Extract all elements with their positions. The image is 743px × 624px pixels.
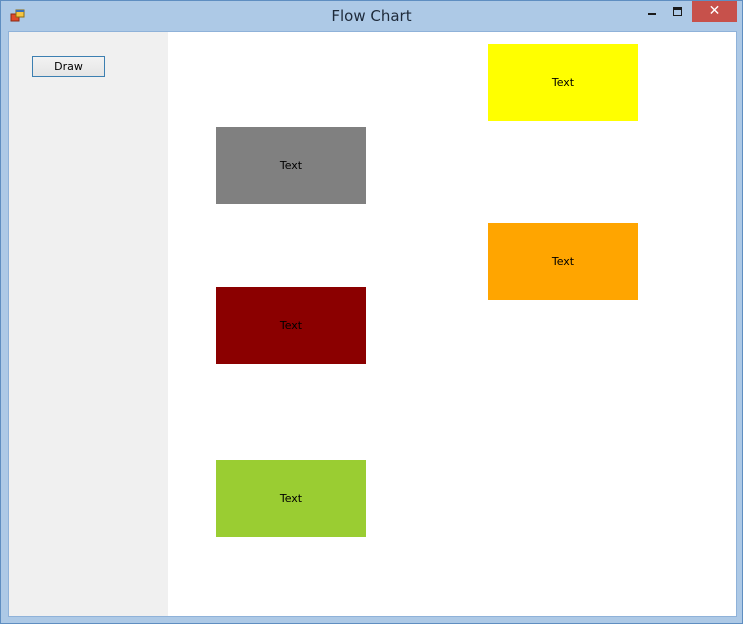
- flow-box-label: Text: [279, 319, 303, 332]
- minimize-icon: [648, 13, 656, 15]
- flow-box[interactable]: Text: [216, 127, 366, 204]
- client-area: Draw Text Text Text Text Text: [8, 31, 737, 617]
- flow-chart-canvas: Text Text Text Text Text: [168, 32, 736, 616]
- flow-box[interactable]: Text: [216, 460, 366, 537]
- minimize-button[interactable]: [639, 1, 665, 22]
- flow-box[interactable]: Text: [488, 44, 638, 121]
- flow-box-label: Text: [551, 76, 575, 89]
- maximize-button[interactable]: [665, 1, 691, 22]
- maximize-icon: [673, 7, 682, 16]
- flow-box[interactable]: Text: [488, 223, 638, 300]
- app-window: Flow Chart ✕ Draw Text Text Text Text Te…: [0, 0, 743, 624]
- title-bar[interactable]: Flow Chart ✕: [1, 1, 742, 31]
- flow-box[interactable]: Text: [216, 287, 366, 364]
- close-button[interactable]: ✕: [692, 1, 737, 22]
- left-panel: Draw: [9, 32, 168, 616]
- flow-box-label: Text: [551, 255, 575, 268]
- window-title: Flow Chart: [331, 7, 412, 25]
- draw-button[interactable]: Draw: [32, 56, 105, 77]
- flow-box-label: Text: [279, 159, 303, 172]
- flow-box-label: Text: [279, 492, 303, 505]
- close-icon: ✕: [708, 3, 721, 19]
